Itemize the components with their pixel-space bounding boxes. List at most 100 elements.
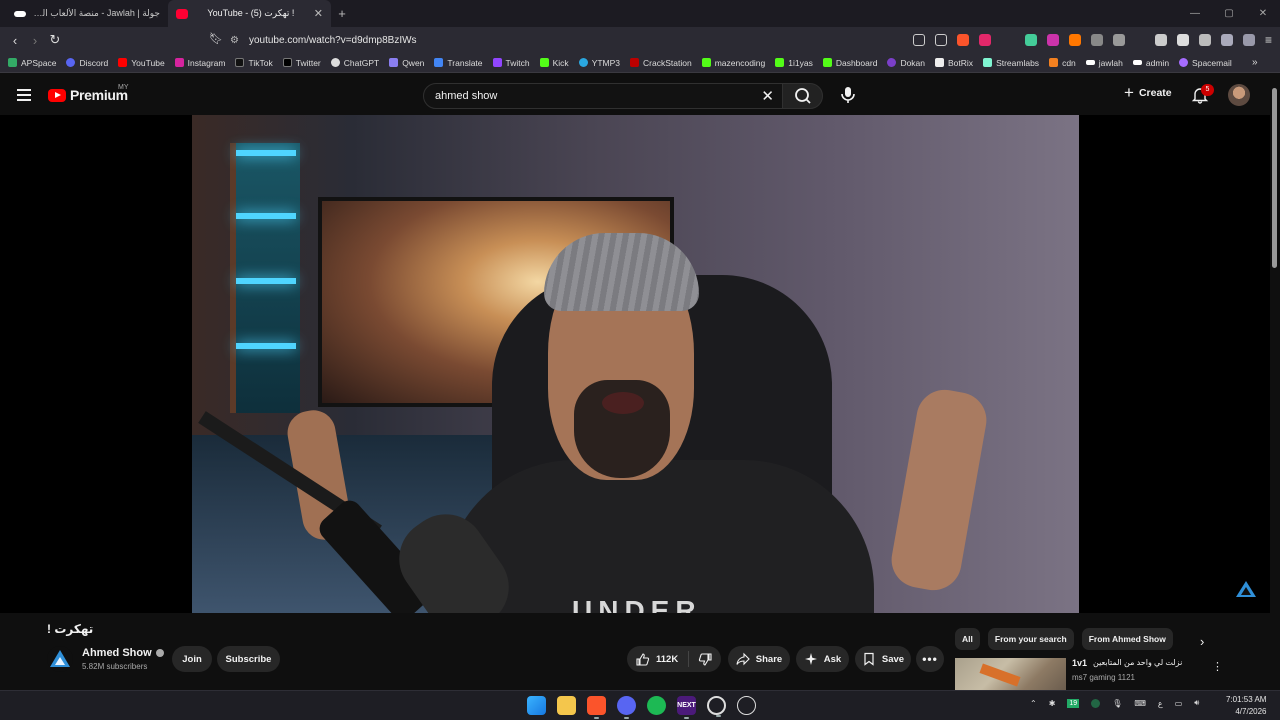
more-bookmarks-icon[interactable]: »: [1252, 57, 1258, 68]
bookmark-item[interactable]: CrackStation: [630, 58, 692, 68]
site-settings-icon[interactable]: ⚙︎: [230, 35, 239, 46]
channel-avatar[interactable]: [47, 646, 73, 672]
extensions-icon[interactable]: [1090, 34, 1103, 46]
channel-name[interactable]: Ahmed Show: [82, 647, 164, 659]
address-bar[interactable]: ⚙︎ youtube.com/watch?v=d9dmp8BzIWs: [230, 27, 417, 53]
bookmark-item[interactable]: Twitch: [492, 58, 530, 68]
chevron-up-icon[interactable]: ⌃: [1030, 699, 1037, 708]
recommended-video-title[interactable]: 1v1 نزلت لي واحد من المتابعين: [1072, 658, 1182, 668]
file-explorer-icon[interactable]: [557, 696, 576, 715]
youtube-premium-logo[interactable]: Premium MY: [48, 84, 129, 103]
tab-youtube[interactable]: YouTube - (5) تهكرت ! ✕: [168, 0, 331, 27]
hamburger-menu-icon[interactable]: [17, 89, 31, 104]
vpn-icon[interactable]: [1242, 34, 1255, 46]
network-icon[interactable]: ▭: [1175, 699, 1183, 708]
bookmark-item[interactable]: Discord: [66, 58, 108, 68]
sidebar-icon[interactable]: [1176, 34, 1189, 46]
bookmark-item[interactable]: mazencoding: [701, 58, 765, 68]
back-icon[interactable]: ‹: [5, 33, 25, 48]
wallet-icon[interactable]: [1198, 34, 1211, 46]
bookmark-item[interactable]: Qwen: [389, 58, 424, 68]
bookmark-item[interactable]: Twitter: [282, 58, 321, 68]
input-language[interactable]: ع: [1158, 699, 1163, 708]
bookmark-page-icon[interactable]: 🔖︎: [206, 32, 226, 45]
scrollbar-thumb[interactable]: [1272, 88, 1277, 268]
reload-icon[interactable]: ↻: [45, 32, 65, 48]
extension-vpn-icon[interactable]: [1024, 34, 1037, 46]
voice-search-button[interactable]: [836, 83, 860, 107]
save-button[interactable]: Save: [855, 646, 911, 672]
chatgpt-icon[interactable]: [737, 696, 756, 715]
bookmark-item[interactable]: Spacemail: [1179, 58, 1232, 68]
chip-all[interactable]: All: [955, 628, 980, 650]
clear-search-icon[interactable]: ✕: [761, 87, 774, 105]
pip-icon[interactable]: [912, 34, 925, 46]
bookmark-item[interactable]: Dokan: [887, 58, 925, 68]
more-actions-button[interactable]: •••: [916, 646, 944, 672]
extension-flame-icon[interactable]: [1068, 34, 1081, 46]
slack-icon[interactable]: ✱: [1049, 699, 1056, 708]
share-button[interactable]: Share: [728, 646, 790, 672]
join-button[interactable]: Join: [172, 646, 212, 672]
bookmark-item[interactable]: ChatGPT: [330, 58, 379, 68]
bookmark-item[interactable]: TikTok: [235, 58, 273, 68]
brave-shields-icon[interactable]: [956, 34, 969, 46]
account-avatar[interactable]: [1228, 84, 1250, 106]
like-button[interactable]: 112K: [627, 651, 689, 667]
video-frame[interactable]: UNDER: [192, 115, 1079, 613]
bookmark-item[interactable]: Kick: [539, 58, 569, 68]
bookmark-item[interactable]: admin: [1132, 58, 1169, 68]
tray-app-icon[interactable]: [1091, 698, 1101, 708]
tray-badge[interactable]: 19: [1067, 698, 1080, 708]
bookmark-item[interactable]: jawlah: [1085, 58, 1123, 68]
search-input[interactable]: ahmed show ✕: [423, 83, 783, 109]
subscribe-button[interactable]: Subscribe: [217, 646, 280, 672]
volume-icon[interactable]: 🔊︎: [1194, 698, 1199, 708]
url-text[interactable]: youtube.com/watch?v=d9dmp8BzIWs: [249, 35, 417, 46]
bookmark-item[interactable]: Instagram: [174, 58, 225, 68]
chip-from-ahmed-show[interactable]: From Ahmed Show: [1081, 628, 1173, 650]
discord-icon[interactable]: [617, 696, 636, 719]
search-button[interactable]: [782, 83, 823, 109]
video-player[interactable]: UNDER: [0, 115, 1270, 613]
share-page-icon[interactable]: [934, 34, 947, 46]
music-icon[interactable]: [1154, 34, 1167, 46]
maximize-icon[interactable]: ▢: [1212, 8, 1246, 19]
windows-start-icon[interactable]: [527, 696, 546, 715]
extension-shield-icon[interactable]: [1046, 34, 1059, 46]
brave-rewards-icon[interactable]: [978, 34, 991, 46]
bookmark-item[interactable]: YouTube: [118, 58, 165, 68]
extension-box-icon[interactable]: [1112, 34, 1125, 46]
close-tab-icon[interactable]: ✕: [314, 7, 323, 20]
new-tab-icon[interactable]: +: [331, 6, 353, 21]
bookmark-item[interactable]: cdn: [1049, 58, 1076, 68]
bookmark-item[interactable]: YTMP3: [578, 58, 620, 68]
recommended-video-thumbnail[interactable]: [955, 658, 1066, 690]
chip-from-your-search[interactable]: From your search: [987, 628, 1074, 650]
bookmark-item[interactable]: Translate: [434, 58, 483, 68]
forward-icon[interactable]: ›: [25, 33, 45, 48]
channel-watermark-icon[interactable]: [1235, 580, 1257, 598]
steam-icon[interactable]: [707, 696, 726, 717]
bookmark-item[interactable]: 1i1yas: [775, 58, 813, 68]
spotify-icon[interactable]: [647, 696, 666, 715]
create-button[interactable]: + Create: [1124, 84, 1172, 101]
browser-menu-icon[interactable]: ≡: [1265, 33, 1272, 47]
bookmark-item[interactable]: BotRix: [935, 58, 973, 68]
leo-ai-icon[interactable]: [1220, 34, 1233, 46]
ask-button[interactable]: Ask: [796, 646, 849, 672]
brave-browser-icon[interactable]: [587, 696, 606, 719]
close-window-icon[interactable]: ✕: [1246, 8, 1280, 19]
bookmark-item[interactable]: APSpace: [8, 58, 56, 68]
dislike-button[interactable]: [689, 652, 721, 667]
search-query[interactable]: ahmed show: [435, 90, 497, 102]
minimize-icon[interactable]: —: [1178, 8, 1212, 19]
tab-jawlah[interactable]: جولة | Jawlah - منصة الألعاب التفاعلية: [6, 0, 168, 27]
more-vertical-icon[interactable]: ⋮: [1212, 660, 1223, 673]
chevron-right-icon[interactable]: ›: [1200, 634, 1204, 649]
keyboard-icon[interactable]: ⌨︎: [1134, 699, 1146, 708]
bookmark-item[interactable]: Dashboard: [822, 58, 877, 68]
next-app-icon[interactable]: NEXT: [677, 696, 696, 719]
taskbar-clock[interactable]: 7:01:53 AM 4/7/2026: [1226, 694, 1266, 718]
microphone-tray-icon[interactable]: 🎙︎: [1112, 699, 1122, 708]
